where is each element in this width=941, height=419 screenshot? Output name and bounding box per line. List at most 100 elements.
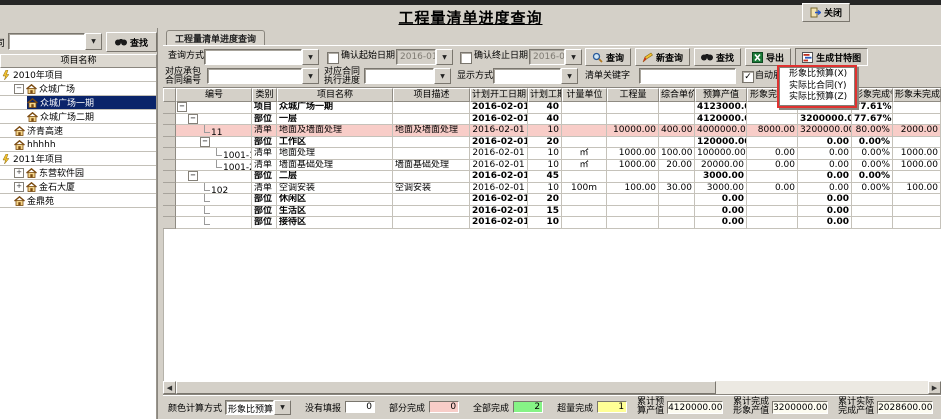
cell-工程量: 100.00 — [607, 183, 659, 195]
horizontal-scrollbar[interactable]: ◀ ▶ — [163, 381, 941, 394]
cell-编号: − — [176, 137, 252, 149]
row-selector[interactable] — [163, 217, 176, 229]
row-selector[interactable] — [163, 137, 176, 149]
cell-计划工期: 10 — [528, 217, 562, 229]
tree-item-金鼎苑[interactable]: 金鼎苑 — [0, 194, 156, 208]
column-header-项目名称[interactable]: 项目名称 — [277, 88, 393, 102]
scroll-right-button[interactable]: ▶ — [928, 381, 941, 394]
row-selector[interactable] — [163, 125, 176, 137]
row-selector[interactable] — [163, 102, 176, 114]
table-row[interactable]: 部位休闲区2016-02-01200.000.00 — [163, 194, 941, 206]
auto-expand-checkbox[interactable]: ✓ — [742, 71, 754, 83]
tree-expander-icon[interactable]: + — [14, 182, 24, 192]
tree-item-众城广场二期[interactable]: 众城广场二期 — [0, 110, 156, 124]
confirm-end-checkbox[interactable] — [460, 52, 472, 64]
contract-no-combobox[interactable]: ▼ — [207, 68, 319, 84]
row-selector[interactable] — [163, 183, 176, 195]
tree-item-2010年项目[interactable]: 2010年项目 — [0, 68, 156, 82]
tree-item-众城广场[interactable]: −众城广场 — [0, 82, 156, 96]
cell-形象完成量: 0.00 — [747, 148, 798, 160]
table-row[interactable]: 部位接待区2016-02-01100.000.00 — [163, 217, 941, 229]
menu-item-形象比预算(X)[interactable]: 形象比预算(X) — [781, 69, 853, 81]
chevron-down-icon[interactable]: ▼ — [302, 49, 319, 65]
row-expander-icon[interactable]: − — [200, 137, 210, 147]
column-header-项目描述[interactable]: 项目描述 — [393, 88, 470, 102]
confirm-start-date[interactable]: 2016-01-27 ▼ — [396, 49, 453, 65]
table-row[interactable]: −部位一层2016-02-01404120000.03200000.0077.6… — [163, 114, 941, 126]
cell-计量单位: ㎡ — [562, 148, 607, 160]
table-row[interactable]: 1001-2清单墙面基础处理墙面基础处理2016-02-0110㎡1000.00… — [163, 160, 941, 172]
cell-项目描述: 地面及墙面处理 — [393, 125, 470, 137]
tree-item-label: 众城广场二期 — [38, 110, 96, 123]
tree-item-金石大厦[interactable]: +金石大厦 — [0, 180, 156, 194]
row-selector[interactable] — [163, 148, 176, 160]
row-selector[interactable] — [163, 194, 176, 206]
cell-工程量 — [607, 206, 659, 218]
row-selector[interactable] — [163, 171, 176, 183]
查找-button[interactable]: 查找 — [694, 48, 741, 66]
scroll-left-button[interactable]: ◀ — [163, 381, 176, 394]
sidebar-find-label: 查找 — [130, 36, 148, 49]
excel-icon — [752, 52, 763, 63]
column-header-编号[interactable]: 编号 — [176, 88, 252, 102]
column-header-计划开工日期[interactable]: 计划开工日期 — [470, 88, 528, 102]
tree-item-众城广场一期[interactable]: 众城广场一期 — [0, 96, 156, 110]
confirm-end-date[interactable]: 2016-02-26 ▼ — [529, 49, 582, 65]
cell-形象未完成量: 100.00 — [893, 183, 941, 195]
menu-item-实际比预算(Z)[interactable]: 实际比预算(Z) — [781, 92, 853, 104]
table-row[interactable]: −部位工作区2016-02-0120120000.000.000.00% — [163, 137, 941, 149]
tree-item-东营软件园[interactable]: +东营软件园 — [0, 166, 156, 180]
tree-expander-icon[interactable]: + — [14, 168, 24, 178]
confirm-start-checkbox[interactable] — [327, 52, 339, 64]
table-row[interactable]: 102清单空调安装空调安装2016-02-0110100m100.0030.00… — [163, 183, 941, 195]
sidebar-find-button[interactable]: 查找 — [106, 32, 157, 52]
table-row[interactable]: 1001-1清单地面处理2016-02-0110㎡1000.00100.0010… — [163, 148, 941, 160]
close-button[interactable]: 关闭 — [802, 3, 850, 22]
table-row[interactable]: 部位生活区2016-02-01150.000.00 — [163, 206, 941, 218]
chevron-down-icon[interactable]: ▼ — [565, 49, 582, 65]
row-selector[interactable] — [163, 160, 176, 172]
tab-progress-query[interactable]: 工程量清单进度查询 — [166, 30, 265, 46]
sidebar-filter-combobox[interactable]: ▼ — [8, 33, 102, 50]
row-selector[interactable] — [163, 114, 176, 126]
cell-计划工期: 20 — [528, 194, 562, 206]
scrollbar-thumb[interactable] — [176, 381, 716, 394]
column-header-形象完成%[interactable]: 形象完成% — [852, 88, 893, 102]
导出-button[interactable]: 导出 — [745, 48, 791, 66]
tree-item-济青高速[interactable]: 济青高速 — [0, 124, 156, 138]
contract-progress-combobox[interactable]: ▼ — [364, 68, 451, 84]
row-expander-icon[interactable]: − — [188, 114, 198, 124]
cell-计划开工日期: 2016-02-01 — [470, 125, 528, 137]
新查询-button[interactable]: 新查询 — [635, 48, 690, 66]
chevron-down-icon[interactable]: ▼ — [434, 68, 451, 84]
column-header-综合单价[interactable]: 综合单价 — [659, 88, 695, 102]
menu-item-实际比合同(Y)[interactable]: 实际比合同(Y) — [781, 81, 853, 93]
chevron-down-icon[interactable]: ▼ — [436, 49, 453, 65]
query-mode-combobox[interactable]: ▼ — [204, 49, 319, 65]
row-expander-icon[interactable]: − — [177, 102, 187, 112]
color-mode-combobox[interactable]: 形象比预算 ▼ — [225, 400, 291, 415]
keyword-input[interactable] — [639, 68, 736, 84]
column-header-预算产值[interactable]: 预算产值 — [695, 88, 747, 102]
row-selector[interactable] — [163, 206, 176, 218]
column-header-形象未完成量[interactable]: 形象未完成量 — [893, 88, 941, 102]
column-header-类别[interactable]: 类别 — [252, 88, 277, 102]
tree-item-hhhhh[interactable]: hhhhh — [0, 138, 156, 152]
display-mode-combobox[interactable]: ▼ — [493, 68, 578, 84]
生成甘特图-button[interactable]: 生成甘特图 — [795, 48, 868, 66]
chevron-down-icon[interactable]: ▼ — [85, 33, 102, 50]
tree-item-2011年项目[interactable]: 2011年项目 — [0, 152, 156, 166]
chevron-down-icon[interactable]: ▼ — [302, 68, 319, 84]
column-header-工程量[interactable]: 工程量 — [607, 88, 659, 102]
column-header-计划工期[interactable]: 计划工期 — [528, 88, 562, 102]
查询-button[interactable]: 查询 — [585, 48, 631, 66]
chevron-down-icon[interactable]: ▼ — [274, 400, 291, 415]
chevron-down-icon[interactable]: ▼ — [561, 68, 578, 84]
table-row[interactable]: −部位二层2016-02-01453000.000.000.00% — [163, 171, 941, 183]
table-row[interactable]: 11清单地面及墙面处理地面及墙面处理2016-02-011010000.0040… — [163, 125, 941, 137]
cell-类别: 清单 — [252, 183, 277, 195]
column-header-计量单位[interactable]: 计量单位 — [562, 88, 607, 102]
cell-计量单位 — [562, 114, 607, 126]
tree-expander-icon[interactable]: − — [14, 84, 24, 94]
row-expander-icon[interactable]: − — [188, 171, 198, 181]
